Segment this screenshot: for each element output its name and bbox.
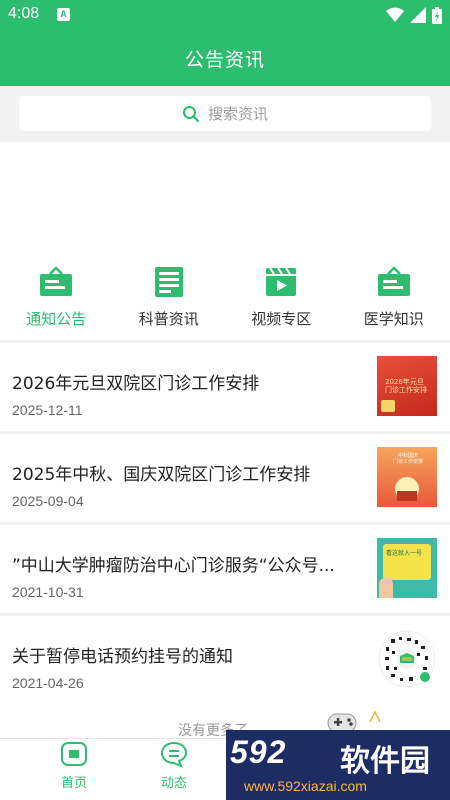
- watermark-number: 592: [230, 734, 287, 770]
- category-medical[interactable]: 医学知识: [338, 260, 450, 340]
- news-thumbnail: [377, 629, 437, 689]
- watermark-logo: 592 软件园 www.592xiazai.com: [226, 730, 450, 800]
- thumbnail-text: 2026年元旦 门诊工作安排: [385, 378, 427, 395]
- notice-board-icon: [40, 266, 73, 296]
- tab-label: 动态: [160, 776, 187, 791]
- category-science[interactable]: 科普资讯: [113, 260, 226, 340]
- tab-dynamics[interactable]: 动态: [134, 739, 214, 800]
- category-label: 通知公告: [26, 310, 87, 328]
- news-date: 2021-04-26: [12, 675, 84, 691]
- category-label: 医学知识: [363, 310, 424, 328]
- news-item[interactable]: 2025年中秋、国庆双院区门诊工作安排 2025-09-04 中秋国庆 门诊工作…: [0, 434, 450, 522]
- category-video[interactable]: 视频专区: [225, 260, 338, 340]
- search-icon: [182, 105, 200, 122]
- category-notice[interactable]: 通知公告: [0, 260, 113, 340]
- watermark-brand: 软件园: [340, 744, 430, 779]
- news-item[interactable]: 关于暂停电话预约挂号的通知 2021-04-26: [0, 616, 450, 704]
- tab-label: 首页: [60, 776, 87, 791]
- category-label: 视频专区: [251, 310, 312, 328]
- search-input[interactable]: 搜索资讯: [19, 96, 431, 131]
- article-icon: [154, 267, 183, 297]
- home-icon: [61, 742, 87, 766]
- news-thumbnail: 中秋国庆 门诊工作安排: [377, 447, 437, 507]
- page-title: 公告资讯: [184, 49, 265, 71]
- banner-area[interactable]: [0, 142, 450, 260]
- watermark-url: www.592xiazai.com: [244, 778, 367, 794]
- news-date: 2025-12-11: [12, 402, 83, 418]
- search-placeholder: 搜索资讯: [207, 105, 268, 123]
- news-thumbnail: 2026年元旦 门诊工作安排: [377, 356, 437, 416]
- thumbnail-text: 看这就入一号: [386, 550, 423, 557]
- medical-board-icon: [377, 266, 410, 296]
- chat-icon: [160, 741, 188, 768]
- signal-icon: [410, 7, 426, 23]
- news-date: 2021-10-31: [12, 584, 84, 600]
- status-bar: 4:08 A: [0, 0, 450, 30]
- news-item[interactable]: ”中山大学肿瘤防治中心门诊服务“公众号... 2021-10-31 看这就入一号: [0, 525, 450, 613]
- news-item[interactable]: 2026年元旦双院区门诊工作安排 2025-12-11 2026年元旦 门诊工作…: [0, 343, 450, 431]
- news-title: 2025年中秋、国庆双院区门诊工作安排: [12, 465, 311, 485]
- notification-a-icon: A: [57, 8, 70, 21]
- news-date: 2025-09-04: [12, 493, 84, 509]
- app-bar: 公告资讯: [0, 30, 450, 86]
- status-time: 4:08: [8, 5, 40, 22]
- news-title: 关于暂停电话预约挂号的通知: [12, 647, 233, 667]
- category-nav: 通知公告 科普资讯 视频专区 医学知识: [0, 260, 450, 340]
- tab-home[interactable]: 首页: [34, 739, 114, 800]
- status-icons: [386, 6, 442, 24]
- thumbnail-text: 中秋国庆 门诊工作安排: [393, 453, 424, 465]
- battery-icon: [432, 6, 442, 24]
- news-thumbnail: 看这就入一号: [377, 538, 437, 598]
- sparkle-icon: [369, 710, 381, 723]
- search-section: 搜索资讯: [0, 86, 450, 142]
- qr-code-icon: [378, 630, 436, 688]
- category-label: 科普资讯: [138, 310, 199, 328]
- video-icon: [266, 267, 297, 296]
- wifi-icon: [386, 7, 404, 22]
- news-title: 2026年元旦双院区门诊工作安排: [12, 374, 260, 394]
- news-title: ”中山大学肿瘤防治中心门诊服务“公众号...: [12, 556, 335, 576]
